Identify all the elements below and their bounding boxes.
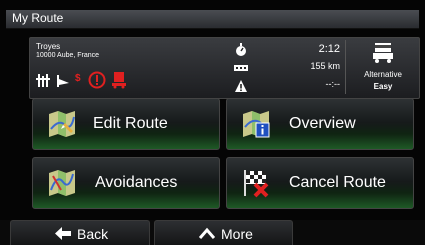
my-route-screen: My Route Troyes 10000 Aube, France $ 2:1… xyxy=(0,0,425,245)
destination-address: 10000 Aube, France xyxy=(36,52,100,59)
avoidances-map-icon xyxy=(49,170,75,196)
edit-route-button[interactable]: Edit Route xyxy=(32,98,220,150)
route-type-value: Easy xyxy=(373,82,393,91)
route-warnings: $ xyxy=(34,70,128,90)
route-type-box[interactable]: Alternative Easy xyxy=(348,40,418,96)
cancel-route-button[interactable]: Cancel Route xyxy=(226,157,414,209)
overview-map-icon xyxy=(243,111,270,138)
title-bar: My Route xyxy=(6,10,419,29)
back-label: Back xyxy=(77,226,109,242)
back-arrow-icon xyxy=(55,227,71,240)
delay-row: --:-- xyxy=(230,78,340,94)
distance-icon xyxy=(234,65,248,71)
truck-restriction-icon xyxy=(112,72,126,89)
route-type-label: Alternative xyxy=(364,70,402,79)
restriction-warning-icon xyxy=(88,71,106,89)
stopwatch-icon xyxy=(236,43,246,56)
edit-route-map-icon xyxy=(49,111,75,137)
info-divider xyxy=(345,40,346,94)
back-button[interactable]: Back xyxy=(10,220,150,245)
ferry-icon xyxy=(57,75,69,87)
warning-triangle-icon xyxy=(235,80,247,92)
route-info-panel[interactable]: Troyes 10000 Aube, France $ 2:12 155 km … xyxy=(29,37,420,99)
toll-cost-icon: $ xyxy=(75,73,81,84)
page-title: My Route xyxy=(12,11,64,25)
toll-road-icon xyxy=(36,74,50,87)
traffic-delay: --:-- xyxy=(325,79,341,89)
svg-text:$: $ xyxy=(75,73,81,84)
avoidances-label: Avoidances xyxy=(95,174,178,191)
remaining-distance: 155 km xyxy=(310,61,340,71)
overview-label: Overview xyxy=(289,115,356,132)
more-label: More xyxy=(221,226,253,242)
bottom-bar: Back More xyxy=(0,220,425,245)
destination-city: Troyes xyxy=(36,42,61,51)
time-row: 2:12 xyxy=(230,42,340,58)
more-button[interactable]: More xyxy=(154,220,293,245)
truck-icon xyxy=(373,43,393,63)
route-stats: 2:12 155 km --:-- xyxy=(230,42,340,98)
overview-button[interactable]: Overview xyxy=(226,98,414,150)
checkered-flag-cancel-icon xyxy=(244,170,269,198)
cancel-route-label: Cancel Route xyxy=(289,174,386,191)
avoidances-button[interactable]: Avoidances xyxy=(32,157,220,209)
chevron-up-icon xyxy=(199,227,215,239)
edit-route-label: Edit Route xyxy=(93,115,168,132)
distance-row: 155 km xyxy=(230,60,340,76)
remaining-time: 2:12 xyxy=(318,43,340,55)
